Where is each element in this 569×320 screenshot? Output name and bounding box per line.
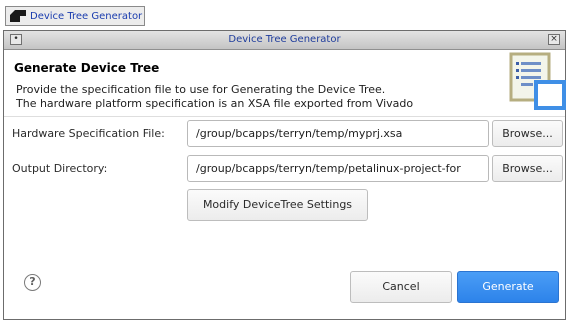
help-glyph: ?: [29, 275, 36, 288]
window-close-button[interactable]: ×: [548, 34, 560, 45]
dialog-title: Generate Device Tree: [14, 61, 160, 75]
window-titlebar[interactable]: • Device Tree Generator ×: [4, 31, 565, 50]
window-menu-icon: •: [13, 34, 19, 44]
hw-spec-browse-button[interactable]: Browse...: [492, 120, 563, 147]
output-dir-input[interactable]: /group/bcapps/terryn/temp/petalinux-proj…: [187, 155, 489, 182]
modify-devicetree-settings-button[interactable]: Modify DeviceTree Settings: [187, 189, 368, 221]
description-line-2: The hardware platform specification is a…: [16, 97, 414, 110]
app-icon: [10, 10, 26, 22]
dialog-description: Provide the specification file to use fo…: [16, 83, 413, 111]
generate-button[interactable]: Generate: [457, 271, 559, 303]
help-icon[interactable]: ?: [24, 274, 41, 291]
description-line-1: Provide the specification file to use fo…: [16, 83, 386, 96]
output-dir-browse-button[interactable]: Browse...: [492, 155, 563, 182]
device-tree-document-icon: [509, 52, 566, 110]
cancel-button[interactable]: Cancel: [350, 271, 452, 303]
hw-spec-file-input[interactable]: /group/bcapps/terryn/temp/myprj.xsa: [187, 120, 489, 147]
taskbar-item-label: Device Tree Generator: [30, 10, 143, 22]
dialog-header: Generate Device Tree Provide the specifi…: [4, 50, 566, 116]
window-menu-button[interactable]: •: [10, 34, 22, 45]
header-separator: [4, 116, 565, 117]
taskbar: Device Tree Generator: [0, 0, 569, 29]
hw-spec-label: Hardware Specification File:: [12, 127, 165, 140]
taskbar-item-device-tree-generator[interactable]: Device Tree Generator: [5, 6, 145, 26]
output-dir-label: Output Directory:: [12, 162, 108, 175]
dialog-window: • Device Tree Generator × Generate Devic…: [3, 30, 566, 320]
close-icon: ×: [550, 34, 558, 44]
window-title: Device Tree Generator: [228, 34, 341, 45]
